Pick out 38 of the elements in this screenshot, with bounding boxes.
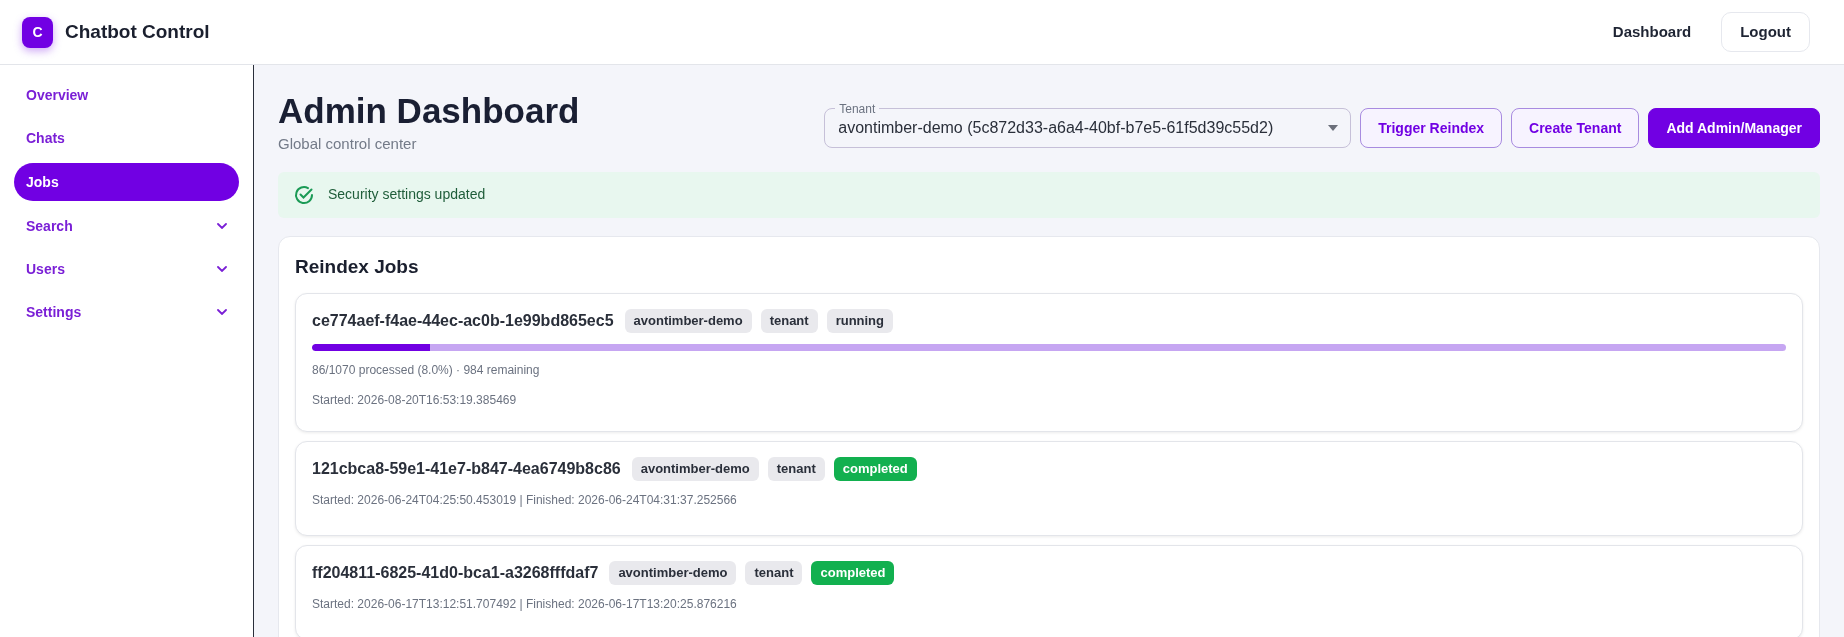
job-id: 121cbca8-59e1-41e7-b847-4ea6749b8c86 <box>312 459 621 479</box>
job-times: Started: 2026-06-17T13:12:51.707492 | Finished: 2026-06-17T13:20:25.876216 <box>312 596 738 613</box>
dashboard-link[interactable]: Dashboard <box>1612 20 1692 44</box>
job-times: Started: 2026-06-24T04:25:50.453019 | Finished: 2026-06-24T04:31:37.252566 <box>312 492 738 509</box>
sidebar-item[interactable]: Settings <box>14 294 239 330</box>
dropdown-caret-icon <box>1328 125 1339 131</box>
sidebar-item[interactable]: Overview <box>14 77 239 113</box>
chevron-down-icon <box>217 309 227 315</box>
tag: tenant <box>767 457 825 481</box>
job-id: ff204811-6825-41d0-bca1-a3268fffdaf7 <box>312 563 599 583</box>
app-title: Chatbot Control <box>65 19 210 44</box>
action-button[interactable]: Create Tenant <box>1511 108 1640 148</box>
tag: avontimber-demo <box>609 561 737 585</box>
job-id: ce774aef-f4ae-44ec-ac0b-1e99bd865ec5 <box>312 311 614 331</box>
action-button[interactable]: Trigger Reindex <box>1360 108 1503 148</box>
sidebar-item[interactable]: Search <box>14 208 239 244</box>
page-title: Admin Dashboard <box>278 91 580 131</box>
status-tag: completed <box>811 561 895 585</box>
tag: tenant <box>760 309 818 333</box>
sidebar-item[interactable]: Users <box>14 251 239 287</box>
check-circle-icon <box>294 184 314 205</box>
chevron-down-icon <box>217 223 227 229</box>
tag: tenant <box>745 561 803 585</box>
section-title: Reindex Jobs <box>295 254 420 279</box>
tag: avontimber-demo <box>624 309 752 333</box>
success-alert: Security settings updated <box>278 171 1820 218</box>
action-button[interactable]: Add Admin/Manager <box>1648 108 1820 148</box>
sidebar-item[interactable]: Chats <box>14 120 239 156</box>
chevron-down-icon <box>217 266 227 272</box>
status-tag: running <box>826 309 893 333</box>
job-times: Started: 2026-08-20T16:53:19.385469 <box>312 392 518 409</box>
progress-text: 86/1070 processed (8.0%) · 984 remaining <box>312 362 541 379</box>
page-subtitle: Global control center <box>278 134 418 154</box>
sidebar-item[interactable]: Jobs <box>14 163 239 201</box>
logo-badge: C <box>22 16 53 48</box>
logout-button[interactable]: Logout <box>1721 12 1810 52</box>
status-tag: completed <box>833 457 917 481</box>
tag: avontimber-demo <box>631 457 759 481</box>
